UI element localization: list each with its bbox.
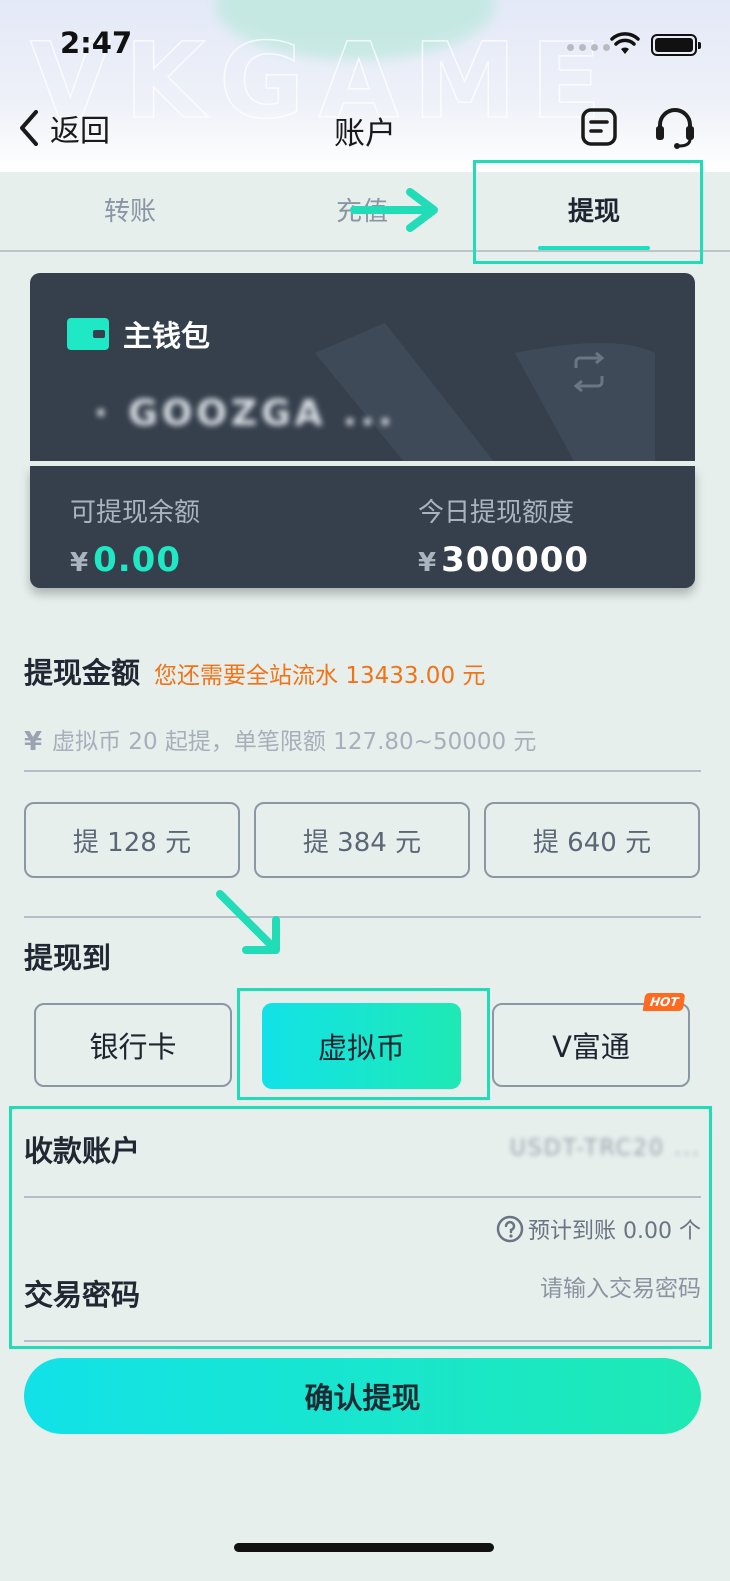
receive-account-label: 收款账户 (24, 1134, 141, 1168)
home-indicator (234, 1543, 494, 1552)
currency-symbol: ¥ (418, 548, 438, 578)
password-input[interactable] (381, 1276, 701, 1302)
document-icon[interactable] (580, 107, 618, 147)
amount-input-row: ¥ (24, 714, 701, 772)
amount-header: 提现金额 您还需要全站流水 13433.00 元 (24, 650, 485, 692)
withdrawable-value: ¥0.00 (70, 540, 181, 580)
wallet-account-number: · GOOZGA ... (94, 393, 397, 434)
back-label: 返回 (50, 114, 110, 149)
amount-input[interactable] (52, 729, 652, 755)
quick-amount-640-button[interactable]: 提 640 元 (484, 802, 700, 878)
currency-symbol: ¥ (70, 548, 90, 578)
section-divider (24, 916, 701, 918)
chevron-left-icon (20, 110, 38, 146)
receive-account-row[interactable]: 收款账户 USDT-TRC20 ... (24, 1122, 701, 1198)
confirm-withdraw-button[interactable]: 确认提现 (24, 1358, 701, 1434)
method-vfutong-button[interactable]: V富通 (492, 1003, 690, 1087)
annotation-arrow-down-right-icon (216, 890, 280, 954)
status-bar: 2:47 (0, 0, 730, 92)
battery-icon (651, 34, 701, 56)
customer-service-icon[interactable] (653, 105, 697, 151)
annotation-highlight-tab (473, 160, 703, 264)
wallet-name: 主钱包 (123, 319, 211, 353)
amount-title: 提现金额 (24, 656, 141, 690)
withdrawable-amount: 0.00 (93, 540, 181, 580)
brand-mark-icon (315, 323, 655, 461)
annotation-arrow-right-icon (350, 188, 438, 232)
estimate-text: 预计到账 0.00 个 (528, 1219, 701, 1244)
wifi-icon (610, 32, 640, 54)
quick-amount-128-button[interactable]: 提 128 元 (24, 802, 240, 878)
hot-badge: HOT (642, 993, 686, 1011)
yen-icon: ¥ (24, 727, 43, 757)
switch-wallet-icon[interactable] (570, 352, 608, 392)
daily-limit-label: 今日提现额度 (418, 498, 575, 528)
daily-limit-amount: 300000 (441, 540, 590, 580)
help-icon[interactable] (496, 1215, 524, 1243)
daily-limit-value: ¥300000 (418, 540, 589, 580)
balance-card: 可提现余额 ¥0.00 今日提现额度 ¥300000 (30, 466, 695, 588)
cellular-signal-icon (567, 44, 610, 51)
wallet-icon (67, 318, 109, 350)
status-time: 2:47 (60, 26, 133, 60)
tab-transfer[interactable]: 转账 (30, 172, 230, 252)
wallet-title: 主钱包 (67, 313, 210, 355)
navigation-bar: 返回 账户 (0, 96, 730, 158)
annotation-highlight-method (237, 988, 490, 1100)
receive-account-value: USDT-TRC20 ... (509, 1136, 701, 1161)
withdrawable-label: 可提现余额 (70, 498, 201, 528)
turnover-warning: 您还需要全站流水 13433.00 元 (154, 663, 486, 689)
quick-amount-384-button[interactable]: 提 384 元 (254, 802, 470, 878)
estimate-row: 预计到账 0.00 个 (496, 1213, 701, 1245)
password-label: 交易密码 (24, 1278, 141, 1312)
method-bank-card-button[interactable]: 银行卡 (34, 1003, 232, 1087)
back-button[interactable]: 返回 (18, 106, 110, 150)
withdraw-to-title: 提现到 (24, 941, 112, 975)
